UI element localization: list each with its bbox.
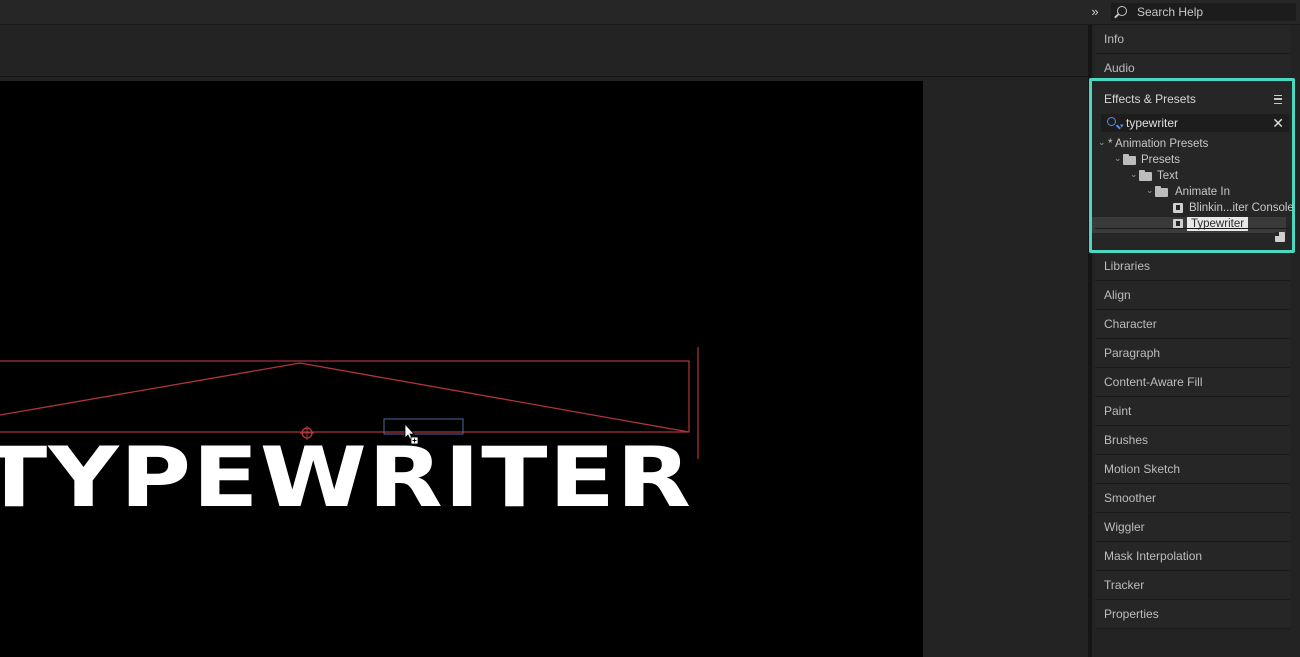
panel-brushes[interactable]: Brushes <box>1095 426 1290 455</box>
tree-item-blinking-cursor-console[interactable]: Blinkin...iter Console <box>1092 201 1294 217</box>
panel-motion-sketch[interactable]: Motion Sketch <box>1095 455 1290 484</box>
panel-label: Wiggler <box>1104 520 1145 534</box>
tree-item-label: Animate In <box>1175 186 1230 198</box>
panel-label: Brushes <box>1104 433 1149 447</box>
panel-wiggler[interactable]: Wiggler <box>1095 513 1290 542</box>
viewer-toolbar <box>0 25 1088 77</box>
tree-item-animate-in[interactable]: ⌄ Animate In <box>1092 185 1286 201</box>
effects-search-box[interactable]: ▾ ✕ <box>1101 114 1289 132</box>
tree-item-label: Presets <box>1141 154 1180 166</box>
panel-align[interactable]: Align <box>1095 281 1290 310</box>
panel-label: Audio <box>1104 61 1135 75</box>
effects-search-input[interactable] <box>1126 115 1266 131</box>
tree-item-presets[interactable]: ⌄ Presets <box>1092 153 1286 169</box>
animation-preset-icon <box>1173 203 1183 213</box>
bounding-box-diagonal-left <box>0 362 301 416</box>
panel-content-aware-fill[interactable]: Content-Aware Fill <box>1095 368 1290 397</box>
chevron-down-icon[interactable]: ⌄ <box>1130 169 1138 180</box>
folder-icon <box>1155 186 1168 197</box>
composition-canvas[interactable]: TYPEWRITER <box>0 81 923 657</box>
panel-label: Paragraph <box>1104 346 1161 360</box>
tree-item-label: Blinkin...iter Console <box>1189 202 1294 214</box>
search-icon <box>1117 6 1127 16</box>
search-help-box[interactable] <box>1111 3 1296 21</box>
panel-character[interactable]: Character <box>1095 310 1290 339</box>
panel-label: Paint <box>1104 404 1132 418</box>
panel-label: Mask Interpolation <box>1104 549 1203 563</box>
tree-item-label: Text <box>1157 170 1179 182</box>
expand-panels-button[interactable]: » <box>1086 3 1104 21</box>
folder-icon <box>1139 170 1152 181</box>
panel-properties[interactable]: Properties <box>1095 600 1290 629</box>
search-dropdown-icon[interactable]: ▾ <box>1120 122 1124 130</box>
panel-mask-interpolation[interactable]: Mask Interpolation <box>1095 542 1290 571</box>
panel-label: Info <box>1104 32 1125 46</box>
panel-label: Align <box>1104 288 1131 302</box>
tree-item-animation-presets[interactable]: ⌄ * Animation Presets <box>1092 137 1286 153</box>
chevron-down-icon[interactable]: ⌄ <box>1146 185 1154 196</box>
effects-presets-panel: Effects & Presets ▾ ✕ ⌄ * Animation Pres… <box>1089 78 1295 253</box>
search-icon[interactable] <box>1107 117 1116 126</box>
layer-selection-overlay <box>0 347 699 459</box>
folder-icon <box>1123 154 1136 165</box>
panel-label: Smoother <box>1104 491 1157 505</box>
effects-presets-title[interactable]: Effects & Presets <box>1104 92 1196 106</box>
panel-menu-icon[interactable] <box>1274 95 1282 104</box>
panel-label: Tracker <box>1104 578 1145 592</box>
panel-tracker[interactable]: Tracker <box>1095 571 1290 600</box>
chevron-down-icon[interactable]: ⌄ <box>1114 153 1122 164</box>
panel-libraries[interactable]: Libraries <box>1095 252 1290 281</box>
new-preset-icon[interactable] <box>1275 232 1285 242</box>
effects-panel-footer <box>1095 228 1289 247</box>
panel-paragraph[interactable]: Paragraph <box>1095 339 1290 368</box>
chevron-down-icon[interactable]: ⌄ <box>1098 137 1106 148</box>
tree-item-text[interactable]: ⌄ Text <box>1092 169 1286 185</box>
tree-item-label: * Animation Presets <box>1108 138 1209 150</box>
top-bar: » <box>0 0 1300 25</box>
panel-label: Character <box>1104 317 1157 331</box>
bounding-box-diagonal-right <box>299 362 690 433</box>
panel-smoother[interactable]: Smoother <box>1095 484 1290 513</box>
panel-label: Libraries <box>1104 259 1151 273</box>
clear-search-icon[interactable]: ✕ <box>1272 114 1284 132</box>
panel-label: Properties <box>1104 607 1159 621</box>
panel-paint[interactable]: Paint <box>1095 397 1290 426</box>
panel-info[interactable]: Info <box>1095 25 1290 54</box>
panel-label: Motion Sketch <box>1104 462 1181 476</box>
panel-label: Content-Aware Fill <box>1104 375 1203 389</box>
search-help-input[interactable] <box>1137 4 1287 20</box>
